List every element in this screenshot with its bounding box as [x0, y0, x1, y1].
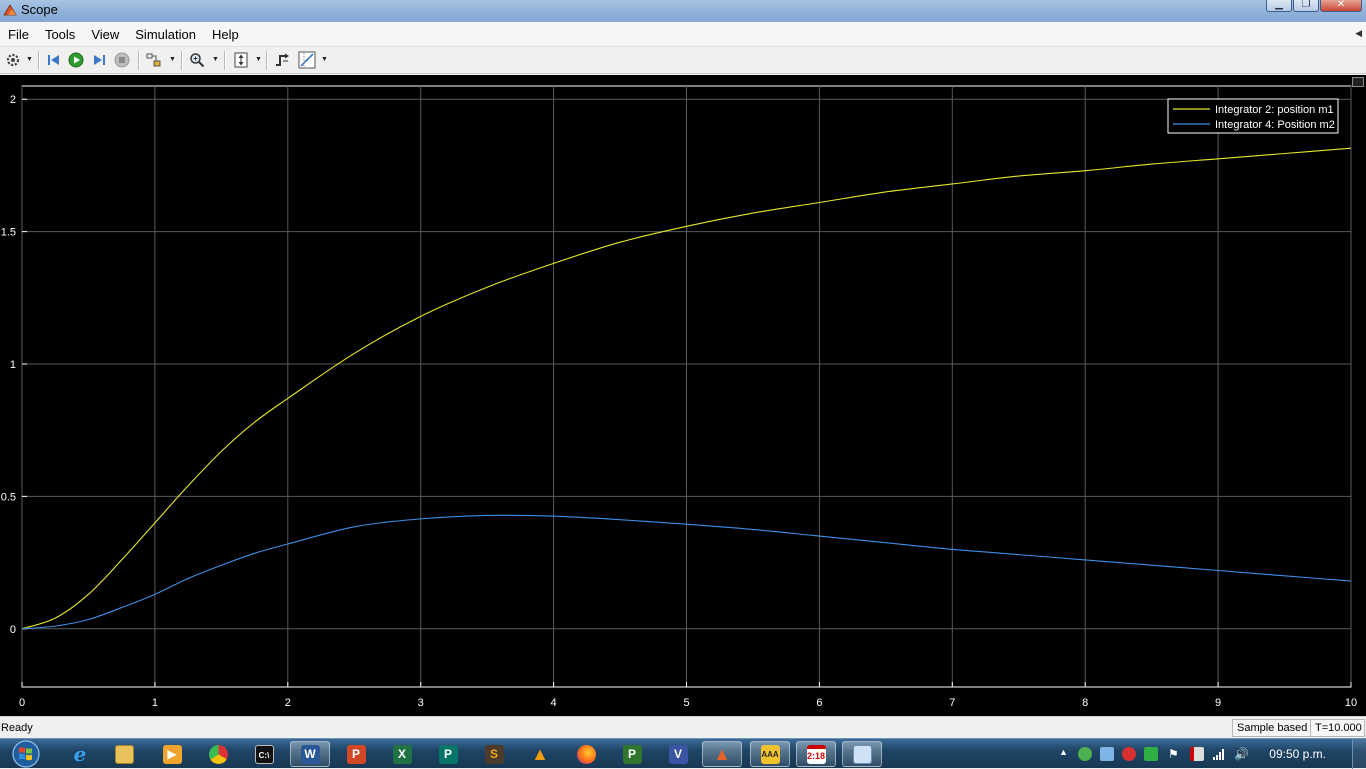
- highlight-block-icon[interactable]: [145, 51, 163, 69]
- menu-bar: File Tools View Simulation Help ◀: [0, 22, 1366, 47]
- sim-time-status: T=10.000: [1310, 719, 1365, 737]
- x-tick-label: 2: [285, 697, 291, 709]
- x-tick-label: 10: [1345, 697, 1357, 709]
- antivirus-icon[interactable]: [1122, 747, 1136, 761]
- project-icon[interactable]: P: [612, 741, 652, 767]
- settings-dropdown-icon[interactable]: ▼: [26, 56, 33, 63]
- menu-view[interactable]: View: [84, 22, 126, 47]
- display-icon[interactable]: [1100, 747, 1114, 761]
- legend-label: Integrator 4: Position m2: [1215, 119, 1335, 131]
- y-tick-label: 0.5: [1, 491, 16, 503]
- start-button-icon[interactable]: [6, 739, 46, 769]
- triggers-icon[interactable]: [273, 51, 291, 69]
- highlight-dropdown-icon[interactable]: ▼: [169, 56, 176, 63]
- toolbar-separator: [266, 51, 267, 70]
- toolbar-separator: [38, 51, 39, 70]
- autoscale-icon[interactable]: [232, 51, 250, 69]
- minimize-button[interactable]: ▁: [1266, 0, 1292, 12]
- check-icon[interactable]: [1144, 747, 1158, 761]
- run-icon[interactable]: [67, 51, 85, 69]
- media-player-icon[interactable]: ▶: [152, 741, 192, 767]
- x-tick-label: 9: [1215, 697, 1221, 709]
- menu-tools[interactable]: Tools: [38, 22, 82, 47]
- menu-help[interactable]: Help: [205, 22, 246, 47]
- y-tick-label: 1.5: [1, 227, 16, 239]
- tray-expand-icon[interactable]: ▲: [1059, 747, 1068, 757]
- step-forward-icon[interactable]: [90, 51, 108, 69]
- action-center-flag-icon[interactable]: ⚑: [1168, 747, 1182, 761]
- show-desktop-button[interactable]: [1352, 739, 1366, 769]
- matlab-task-icon[interactable]: ▲: [702, 741, 742, 767]
- x-tick-label: 3: [418, 697, 424, 709]
- publisher-icon[interactable]: P: [428, 741, 468, 767]
- scope-plot[interactable]: 0 1 2 3 4 5 6 7 8 9 10 0 0.5 1 1.5 2 Integrator 2: posit…: [0, 75, 1366, 716]
- status-bar: Ready Sample based T=10.000: [0, 716, 1366, 738]
- menu-simulation[interactable]: Simulation: [128, 22, 203, 47]
- power-icon[interactable]: [1190, 747, 1204, 761]
- x-tick-label: 5: [683, 697, 689, 709]
- title-bar: Scope ▁ ❐ ✕: [0, 0, 1366, 22]
- system-tray: ▲ ⚑ 🔊 09:50 p.m.: [1056, 739, 1366, 769]
- sample-mode-status: Sample based: [1232, 719, 1313, 737]
- clock[interactable]: 09:50 p.m.: [1269, 747, 1326, 761]
- taskbar: e ▶ C:\ W P X P S ▲ P V ▲ AAA 2:18 ▲ ⚑ 🔊…: [0, 738, 1366, 769]
- powerpoint-icon[interactable]: P: [336, 741, 376, 767]
- menu-file[interactable]: File: [0, 22, 36, 47]
- maximize-button[interactable]: ❐: [1293, 0, 1319, 12]
- collapse-arrow-icon[interactable]: ◀: [1355, 28, 1362, 39]
- firefox-icon[interactable]: [566, 741, 606, 767]
- x-tick-label: 1: [152, 697, 158, 709]
- calendar-icon[interactable]: 2:18: [796, 741, 836, 767]
- ie-icon[interactable]: e: [60, 741, 100, 767]
- settings-icon[interactable]: [4, 51, 22, 69]
- visio-icon[interactable]: V: [658, 741, 698, 767]
- x-tick-label: 8: [1082, 697, 1088, 709]
- x-tick-label: 6: [816, 697, 822, 709]
- y-tick-label: 1: [10, 359, 16, 371]
- undock-icon[interactable]: [1352, 77, 1364, 87]
- aaa-icon[interactable]: AAA: [750, 741, 790, 767]
- network-share-icon[interactable]: [1078, 747, 1092, 761]
- cmd-icon[interactable]: C:\: [244, 741, 284, 767]
- vlc-icon[interactable]: ▲: [520, 741, 560, 767]
- status-text: Ready: [1, 722, 33, 734]
- autoscale-dropdown-icon[interactable]: ▼: [255, 56, 262, 63]
- sublime-icon[interactable]: S: [474, 741, 514, 767]
- stop-icon[interactable]: [113, 51, 131, 69]
- window-title: Scope: [21, 2, 58, 17]
- window-icon[interactable]: [842, 741, 882, 767]
- window-controls: ▁ ❐ ✕: [1266, 0, 1362, 12]
- scope-display[interactable]: 0 1 2 3 4 5 6 7 8 9 10 0 0.5 1 1.5 2 Integrator 2: posit…: [0, 75, 1366, 716]
- toolbar-separator: [138, 51, 139, 70]
- chrome-icon[interactable]: [198, 741, 238, 767]
- cursor-measurements-icon[interactable]: [298, 51, 316, 69]
- step-back-icon[interactable]: [45, 51, 63, 69]
- x-tick-label: 4: [551, 697, 557, 709]
- toolbar: ▼ ▼ ▼ ▼ ▼: [0, 47, 1366, 74]
- signal-icon[interactable]: [1212, 747, 1226, 761]
- measurements-dropdown-icon[interactable]: ▼: [321, 56, 328, 63]
- x-tick-label: 7: [949, 697, 955, 709]
- zoom-dropdown-icon[interactable]: ▼: [212, 56, 219, 63]
- matlab-icon: [3, 4, 17, 16]
- zoom-icon[interactable]: [188, 51, 206, 69]
- y-tick-label: 2: [10, 94, 16, 106]
- volume-icon[interactable]: 🔊: [1234, 747, 1249, 761]
- toolbar-separator: [224, 51, 225, 70]
- excel-icon[interactable]: X: [382, 741, 422, 767]
- close-button[interactable]: ✕: [1320, 0, 1362, 12]
- explorer-icon[interactable]: [104, 741, 144, 767]
- x-tick-label: 0: [19, 697, 25, 709]
- legend-label: Integrator 2: position m1: [1215, 104, 1334, 116]
- word-icon[interactable]: W: [290, 741, 330, 767]
- y-tick-label: 0: [10, 624, 16, 636]
- toolbar-separator: [181, 51, 182, 70]
